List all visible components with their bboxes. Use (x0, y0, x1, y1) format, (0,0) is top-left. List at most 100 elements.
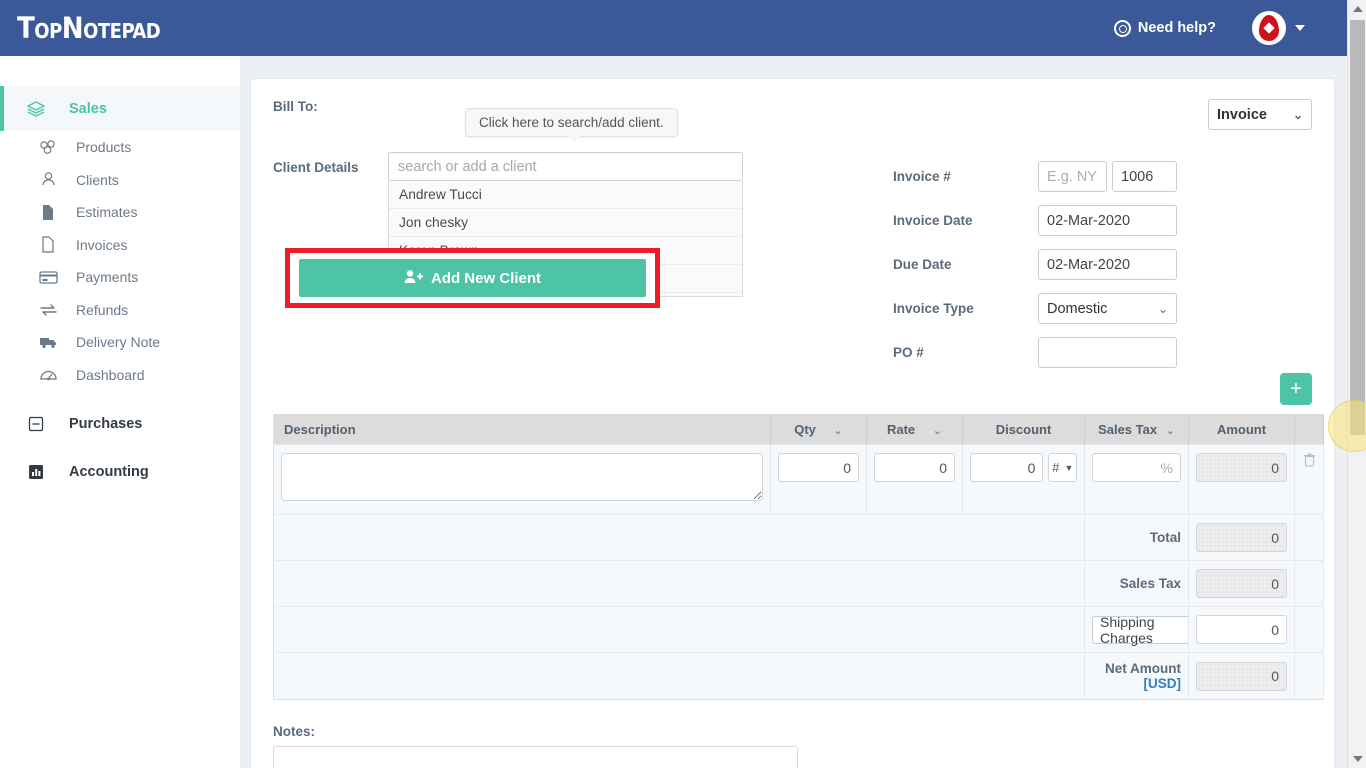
shipping-row: Shipping Charges ▼ (273, 606, 1324, 653)
bill-to-section: Bill To: Client Details Click here to se… (273, 99, 893, 368)
exchange-arrows-icon (36, 303, 60, 317)
invoice-number-label: Invoice # (893, 169, 951, 184)
add-new-client-button[interactable]: Add New Client (299, 259, 646, 297)
sidebar-item-products[interactable]: Products (0, 131, 240, 164)
table-header-row: Description Qty ⌄ Rate ⌄ Discount Sales … (273, 414, 1324, 445)
scroll-up-button[interactable] (1348, 0, 1366, 18)
shipping-charges-input[interactable] (1196, 615, 1287, 644)
scroll-down-button[interactable] (1348, 750, 1366, 768)
sidebar-item-label: Payments (76, 269, 139, 286)
discount-input[interactable] (970, 453, 1044, 482)
column-label: Description (284, 422, 356, 437)
client-search-tooltip: Click here to search/add client. (465, 108, 678, 143)
client-details-row: Client Details Click here to search/add … (273, 108, 893, 297)
sidebar-item-label: Estimates (76, 204, 138, 221)
invoice-type-value: Domestic (1047, 300, 1108, 317)
page-scrollbar[interactable] (1328, 0, 1366, 768)
cell-discount: # ▼ (962, 444, 1085, 515)
sidebar-item-dashboard[interactable]: Dashboard (0, 359, 240, 392)
app-root: TopNotepad Need help? Sales Products Cli… (0, 0, 1366, 768)
client-search-input[interactable] (388, 152, 743, 181)
sidebar-item-purchases[interactable]: Purchases (0, 402, 240, 445)
discount-unit-select[interactable]: # ▼ (1048, 453, 1077, 482)
column-header-sales-tax[interactable]: Sales Tax ⌄ (1084, 414, 1189, 445)
add-line-item-button[interactable]: + (1280, 373, 1312, 405)
cell-total-value (1188, 514, 1295, 561)
cell-net-amount-value (1188, 652, 1295, 700)
minus-box-icon (23, 416, 49, 432)
user-icon (36, 171, 60, 188)
sidebar-item-estimates[interactable]: Estimates (0, 196, 240, 229)
client-search-wrap: Click here to search/add client. Andrew … (388, 108, 743, 297)
invoice-type-row: Invoice Type Domestic ⌄ (893, 293, 1312, 324)
scrollbar-thumb[interactable] (1350, 20, 1365, 435)
sidebar-item-label: Accounting (69, 463, 149, 480)
notes-section: Notes: (273, 724, 1312, 768)
invoice-type-select[interactable]: Domestic ⌄ (1038, 293, 1177, 324)
net-amount-currency[interactable]: [USD] (1144, 676, 1182, 691)
description-input[interactable] (281, 453, 763, 501)
cell-sales-tax (1084, 444, 1189, 515)
column-label: Sales Tax (1098, 422, 1158, 437)
add-new-client-label: Add New Client (430, 269, 541, 287)
sidebar-item-clients[interactable]: Clients (0, 164, 240, 197)
app-logo[interactable]: TopNotepad (17, 11, 161, 45)
cell-amount (1188, 444, 1295, 515)
lifebuoy-icon (1113, 19, 1131, 37)
sidebar-item-label: Dashboard (76, 366, 145, 383)
sidebar-item-invoices[interactable]: Invoices (0, 229, 240, 262)
net-amount-spacer (273, 652, 1085, 700)
document-type-select[interactable]: Invoice ⌄ (1208, 99, 1312, 130)
sales-tax-input[interactable] (1092, 453, 1181, 482)
chevron-down-icon[interactable] (1295, 25, 1305, 31)
po-number-input[interactable] (1038, 337, 1177, 368)
chevron-down-icon: ⌄ (1157, 301, 1168, 316)
chevron-down-icon[interactable]: ⌄ (1166, 425, 1175, 437)
po-number-label: PO # (893, 345, 924, 360)
net-amount-value (1196, 661, 1287, 691)
sidebar-item-sales[interactable]: Sales (0, 86, 240, 131)
sidebar-item-payments[interactable]: Payments (0, 261, 240, 294)
total-action-spacer (1294, 514, 1324, 561)
layers-icon (23, 100, 49, 118)
invoice-date-input[interactable] (1038, 205, 1177, 236)
notes-textarea[interactable] (273, 746, 798, 768)
caret-down-icon: ▼ (1064, 462, 1074, 473)
sidebar-item-accounting[interactable]: Accounting (0, 450, 240, 493)
file-filled-icon (36, 204, 60, 221)
triangle-up-icon (1352, 6, 1363, 12)
top-bar-right: Need help? (1113, 11, 1305, 45)
qty-input[interactable] (778, 453, 859, 482)
due-date-row: Due Date (893, 249, 1312, 280)
net-amount-row: Net Amount [USD] (273, 652, 1324, 700)
truck-icon (36, 335, 60, 349)
list-item[interactable]: Andrew Tucci (389, 181, 742, 209)
need-help-button[interactable]: Need help? (1113, 19, 1216, 37)
net-amount-action-spacer (1294, 652, 1324, 700)
file-outline-icon (36, 236, 60, 253)
form-top-row: Bill To: Client Details Click here to se… (273, 99, 1312, 368)
column-header-qty[interactable]: Qty ⌄ (770, 414, 867, 445)
sidebar-item-delivery-note[interactable]: Delivery Note (0, 326, 240, 359)
column-label: Amount (1216, 422, 1267, 437)
account-menu[interactable] (1252, 11, 1305, 45)
chevron-down-icon[interactable]: ⌄ (933, 425, 942, 437)
column-header-rate[interactable]: Rate ⌄ (866, 414, 963, 445)
invoice-number-input[interactable] (1112, 161, 1177, 192)
list-item[interactable]: Jon chesky (389, 209, 742, 237)
delete-row-button[interactable] (1294, 444, 1324, 515)
rate-input[interactable] (874, 453, 955, 482)
chevron-down-icon[interactable]: ⌄ (834, 425, 843, 437)
invoice-prefix-input[interactable] (1038, 161, 1107, 192)
avatar[interactable] (1252, 11, 1286, 45)
invoice-date-row: Invoice Date (893, 205, 1312, 236)
column-label: Rate (886, 422, 916, 437)
line-items-table: Description Qty ⌄ Rate ⌄ Discount Sales … (273, 414, 1324, 700)
add-new-client-highlight: Add New Client (285, 248, 660, 308)
column-header-description: Description (273, 414, 771, 445)
due-date-input[interactable] (1038, 249, 1177, 280)
sidebar-item-refunds[interactable]: Refunds (0, 294, 240, 327)
column-header-amount: Amount (1188, 414, 1295, 445)
column-header-discount: Discount (962, 414, 1085, 445)
sidebar: Sales Products Clients Estimates Invoice… (0, 56, 240, 768)
